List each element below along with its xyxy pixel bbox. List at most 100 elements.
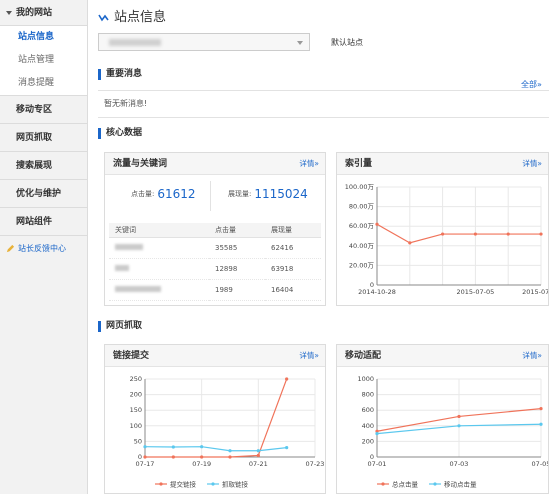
data-point [539, 232, 543, 236]
index-chart: 020.00万40.00万60.00万80.00万100.00万2014-10-… [345, 183, 549, 296]
data-point [228, 449, 232, 453]
pencil-icon [6, 244, 15, 253]
clicks-value: 61612 [157, 187, 196, 201]
data-point [171, 455, 175, 459]
impressions-cell: 16404 [265, 279, 321, 301]
x-tick-label: 07-21 [249, 460, 268, 468]
sidebar-item-optimize[interactable]: 优化与维护 [0, 179, 87, 207]
link-panel: 链接提交 详情» 0 50 100 150 200 250 07-17 07-19 07-21 07… [104, 344, 326, 494]
data-point [375, 432, 379, 436]
x-tick-label: 07-03 [450, 460, 469, 468]
y-tick-label: 50 [134, 437, 142, 445]
data-point [200, 455, 204, 459]
impressions-cell: 62416 [265, 237, 321, 259]
legend-label: 抓取链接 [222, 480, 249, 489]
traffic-panel-header: 流量与关键词 详情» [105, 153, 325, 175]
data-point [506, 232, 510, 236]
keyword-redacted [115, 264, 129, 271]
index-detail-link[interactable]: 详情» [522, 153, 542, 175]
divider [98, 90, 549, 91]
mobile-panel: 移动适配详情» 0200400600800100007-0107-0307-05… [336, 344, 549, 494]
series-line [145, 378, 288, 458]
core-data-title: 核心数据 [98, 128, 142, 139]
clicks-cell: 12898 [209, 258, 265, 280]
data-point [143, 445, 147, 449]
data-point [457, 424, 461, 428]
x-tick-label: 07-23 [306, 460, 325, 468]
y-tick-label: 60.00万 [349, 222, 375, 230]
sidebar-item-messages[interactable]: 消息提醒 [0, 72, 87, 95]
y-tick-label: 600 [362, 406, 374, 414]
chevron-logo-icon [98, 14, 109, 21]
y-tick-label: 100 [130, 422, 142, 430]
table-row[interactable]: 35585 62416 [109, 237, 321, 259]
data-point [285, 377, 289, 381]
y-tick-label: 20.00万 [349, 261, 375, 269]
legend-swatch [433, 482, 437, 486]
keyword-cell [109, 258, 209, 280]
x-tick-label: 07-05 [532, 460, 548, 468]
data-point [285, 446, 289, 450]
legend-swatch [381, 482, 385, 486]
traffic-detail-link[interactable]: 详情» [299, 153, 319, 175]
x-tick-label: 2015-07-13 [522, 288, 548, 296]
data-point [539, 407, 543, 411]
sidebar-item-search[interactable]: 搜索展现 [0, 151, 87, 179]
legend-label: 总点击量 [392, 480, 419, 489]
divider [210, 181, 211, 211]
keyword-redacted [115, 243, 143, 250]
col-keyword: 关键词 [109, 223, 209, 238]
data-point [143, 455, 147, 459]
y-tick-label: 200 [130, 391, 142, 399]
table-row[interactable]: 12898 63918 [109, 258, 321, 280]
sidebar-item-components[interactable]: 网站组件 [0, 207, 87, 235]
table-header-row: 关键词 点击量 展现量 [109, 223, 321, 238]
mobile-detail-link[interactable]: 详情» [522, 345, 542, 367]
keyword-redacted [115, 285, 161, 292]
keyword-table: 关键词 点击量 展现量 35585 62416 12898 63918 1989… [109, 223, 321, 301]
y-tick-label: 150 [130, 406, 142, 414]
sidebar-feedback-link[interactable]: 站长反馈中心 [0, 235, 87, 261]
data-point [256, 453, 260, 458]
main-content: 站点信息 默认站点 重要消息 全部» 暂无新消息! 核心数据 流量与关键词 详情»… [88, 0, 549, 494]
data-point [171, 445, 175, 449]
keyword-cell [109, 237, 209, 259]
data-point [473, 232, 477, 236]
x-tick-label: 07-19 [192, 460, 211, 468]
data-point [228, 455, 232, 459]
dropdown-arrow-icon [297, 41, 303, 45]
link-detail-link[interactable]: 详情» [299, 345, 319, 367]
col-impressions: 展现量 [265, 223, 321, 238]
sidebar-item-site-manage[interactable]: 站点管理 [0, 49, 87, 72]
series-line [144, 446, 287, 452]
clicks-stat: 点击量: 61612 [131, 187, 196, 201]
site-select[interactable] [98, 33, 310, 51]
index-panel: 索引量 详情» 0 20.00万 40.00万 60.00万 80.00万 100.00万 2… [336, 152, 549, 306]
table-row[interactable]: 1989 16404 [109, 279, 321, 301]
default-site-label: 默认站点 [331, 38, 363, 47]
sidebar-my-sites[interactable]: 我的网站 [0, 0, 87, 26]
index-panel-header: 索引量 详情» [337, 153, 548, 175]
impressions-value: 1115024 [254, 187, 308, 201]
data-point [441, 232, 445, 236]
page-title: 站点信息 [98, 6, 166, 25]
y-tick-label: 100.00万 [345, 183, 375, 191]
data-point [457, 414, 461, 419]
data-point [200, 445, 204, 449]
mobile-chart: 0200400600800100007-0107-0307-05总点击量移动点击… [357, 375, 549, 489]
traffic-panel: 流量与关键词 详情» 点击量: 61612 展现量: 1115024 关键词 点击量 … [104, 152, 326, 306]
sidebar-item-crawl[interactable]: 网页抓取 [0, 123, 87, 151]
sidebar-item-site-info[interactable]: 站点信息 [0, 26, 87, 49]
data-point [256, 449, 260, 453]
legend-swatch [211, 482, 215, 486]
no-message-text: 暂无新消息! [104, 99, 148, 108]
y-tick-label: 1000 [357, 375, 374, 383]
legend-label: 提交链接 [170, 480, 197, 489]
y-tick-label: 40.00万 [349, 242, 375, 250]
keyword-cell [109, 279, 209, 301]
messages-title: 重要消息 [98, 69, 142, 80]
sidebar-item-mobile[interactable]: 移动专区 [0, 95, 87, 123]
clicks-cell: 35585 [209, 237, 265, 259]
data-point [375, 222, 379, 226]
messages-all-link[interactable]: 全部» [521, 79, 542, 90]
